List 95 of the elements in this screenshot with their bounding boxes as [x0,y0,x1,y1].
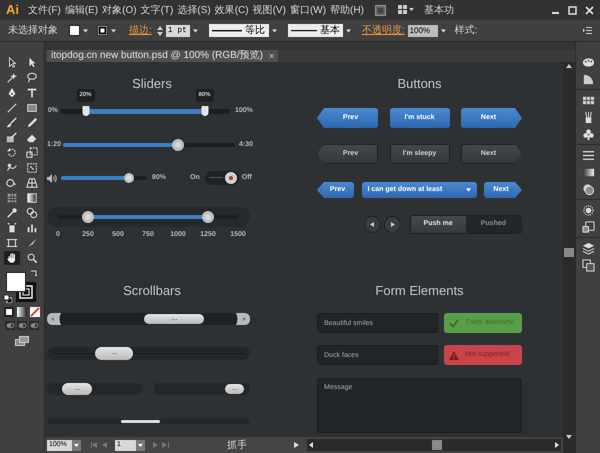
next-round-button[interactable] [384,216,401,233]
warning-icon [449,350,459,360]
maximize-icon[interactable] [568,6,577,14]
slider-thumb[interactable] [202,211,214,223]
tab-close-button[interactable]: × [268,50,274,62]
slider-thumb[interactable] [124,173,134,183]
scrollbar-thumb[interactable] [121,420,160,423]
opacity-label[interactable]: 不透明度: [362,23,405,38]
scroll-left-icon[interactable] [309,442,313,448]
stroke-weight-field[interactable]: 1 pt [166,24,190,36]
slider-track[interactable] [61,176,147,180]
arrange-documents-icon[interactable] [398,5,414,15]
blend-icon[interactable] [24,206,40,220]
section-title: Buttons [396,76,443,91]
stroke-profile-dropdown[interactable]: 等比 [208,24,269,37]
stroke-label[interactable]: 描边: [129,23,152,38]
scroll-up-icon[interactable] [566,64,572,68]
selection-status: 未选择对象 [8,24,58,38]
scrollbar-thumb[interactable] [62,383,92,395]
workspace-switcher[interactable]: 基本功 [424,2,454,18]
scrollbar-track[interactable] [47,383,142,395]
stroke-line-icon [212,29,242,32]
scrollbar-thumb[interactable] [564,248,574,257]
scrollbar-track[interactable] [154,383,250,395]
scroll-left-button[interactable] [47,313,61,325]
slider-thumb[interactable] [172,139,184,151]
horizontal-scrollbar[interactable] [307,439,561,451]
caret-icon[interactable] [83,28,88,32]
palette-icon[interactable] [582,56,594,69]
caret-icon [136,440,145,450]
hand-icon[interactable] [4,251,20,265]
scrollbar-track[interactable] [47,347,250,360]
scale-icon[interactable] [24,146,40,160]
scrollbar-track[interactable] [47,313,250,325]
fill-swatch[interactable] [69,25,80,36]
scrollbar-thumb[interactable] [432,440,442,450]
panel-menu-icon[interactable] [583,27,592,34]
caret-icon[interactable] [440,28,446,32]
slider-thumb[interactable] [201,106,208,116]
scroll-right-button[interactable] [236,313,250,325]
menu-item[interactable]: 帮助(H) [329,2,365,18]
lasso-icon[interactable] [24,71,40,85]
fill-color-swatch[interactable] [6,272,26,292]
menu-item[interactable]: 窗口(W) [288,2,328,18]
layers-icon[interactable] [582,242,594,255]
stroke-lines-icon[interactable] [582,149,594,162]
stroke-swatch[interactable] [97,25,108,36]
speaker-icon [47,174,57,182]
gradient-panel-icon[interactable] [582,166,594,179]
close-icon[interactable] [585,6,594,14]
none-mode-icon[interactable] [30,307,40,317]
toggle-thumb[interactable] [224,172,237,184]
scroll-down-icon[interactable] [566,435,572,439]
club-symbol-icon[interactable] [582,128,594,141]
menu-item[interactable]: 视图(V) [252,2,287,18]
menu-item[interactable]: 文件(F) [27,2,62,18]
style-label: 样式: [454,24,478,38]
document-tab[interactable]: itopdog.cn new button.psd @ 100% (RGB/预览) × [47,50,278,62]
caret-icon[interactable] [346,28,351,32]
menu-item[interactable]: 选择(S) [176,2,212,18]
scroll-right-icon[interactable] [555,442,559,448]
caret-icon[interactable] [272,28,277,32]
section-title: Form Elements [374,283,465,298]
caret-icon[interactable] [192,28,198,32]
color-mode-icon[interactable] [4,307,14,317]
menu-item[interactable]: 效果(C) [214,2,250,18]
previous-round-button[interactable] [364,216,381,233]
caret-icon[interactable] [111,28,116,32]
brush-dropdown[interactable]: 基本 [288,24,343,37]
current-tool-status: 抓手 [227,438,248,452]
stroke-line-icon [290,29,317,32]
gradient-mode-icon[interactable] [17,307,27,317]
scrollbar-track[interactable] [47,419,250,424]
status-menu-icon[interactable] [294,442,299,448]
menu-item[interactable]: 对象(O) [101,2,138,18]
menu-item[interactable]: 编辑(E) [64,2,100,18]
perspective-grid-icon[interactable] [24,176,40,190]
scrollbar-thumb[interactable] [95,347,133,360]
section-title: Sliders [131,76,173,91]
default-colors-icon[interactable] [4,295,12,303]
scrollbar-thumb[interactable] [144,314,204,324]
toggle-switch[interactable] [204,171,239,185]
scrollbar-thumb[interactable] [225,384,244,394]
checkmark-icon [449,318,459,328]
swap-arrows-icon[interactable] [30,269,38,277]
swatches-icon[interactable] [582,94,594,107]
opacity-field[interactable]: 100% [408,24,438,36]
spinner-icon[interactable] [156,26,163,36]
caret-icon [466,188,470,192]
app-logo: Ai [6,1,19,20]
caret-icon [72,440,81,450]
section-title: Scrollbars [122,283,182,298]
slider-thumb[interactable] [82,106,89,116]
menu-item[interactable]: 文字(T) [140,2,174,18]
slider-thumb[interactable] [82,211,94,223]
